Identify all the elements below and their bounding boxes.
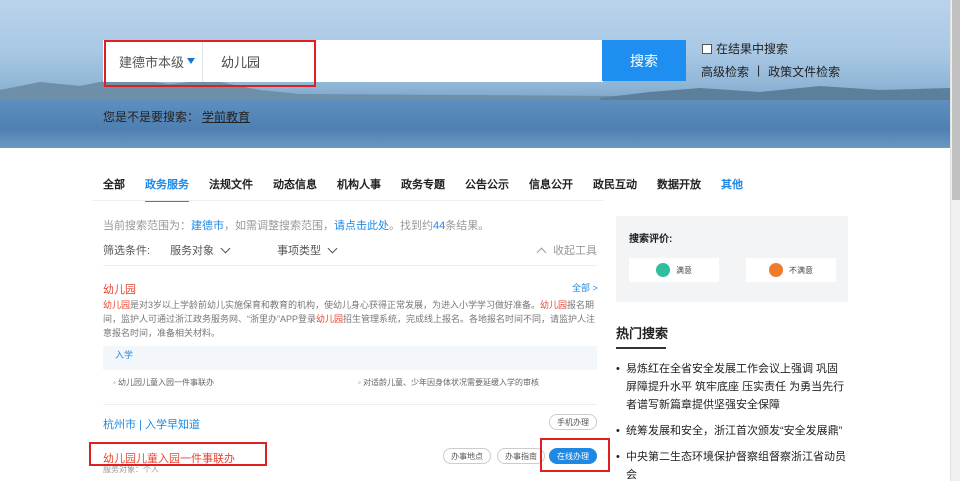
filter-item-type-label: 事项类型 bbox=[277, 245, 322, 257]
tab-open-data[interactable]: 数据开放 bbox=[657, 176, 701, 202]
result-count: 44 bbox=[433, 220, 446, 232]
scope-middle: ，如需调整搜索范围， bbox=[224, 220, 334, 232]
tab-news[interactable]: 动态信息 bbox=[273, 176, 317, 202]
hot-search-list: 易炼红在全省安全发展工作会议上强调 巩固屏障提升水平 筑牢底座 压实责任 为勇当… bbox=[616, 360, 848, 492]
search-scope: 当前搜索范围为：建德市，如需调整搜索范围，请点击此处。找到约44条结果。 bbox=[103, 217, 489, 233]
guide-button[interactable]: 办事指南 bbox=[497, 448, 545, 464]
hot-search-item[interactable]: 易炼红在全省安全发展工作会议上强调 巩固屏障提升水平 筑牢底座 压实责任 为勇当… bbox=[616, 360, 848, 414]
desc-highlight: 幼儿园 bbox=[103, 300, 131, 310]
satisfied-label: 满意 bbox=[676, 265, 692, 275]
scope-region: 建德市 bbox=[191, 220, 224, 232]
unsatisfied-label: 不满意 bbox=[789, 265, 813, 275]
scope-prefix: 当前搜索范围为： bbox=[103, 220, 191, 232]
result2-title[interactable]: 杭州市 | 入学早知道 bbox=[103, 416, 200, 432]
service-item-link[interactable]: ◦ 对适龄儿童、少年因身体状况需要延缓入学的审核 bbox=[358, 377, 539, 388]
unsatisfied-button[interactable]: 不满意 bbox=[746, 258, 836, 282]
filter-label: 筛选条件: bbox=[103, 245, 151, 257]
link-separator: | bbox=[757, 63, 761, 77]
tab-regulations[interactable]: 法规文件 bbox=[209, 176, 253, 202]
in-results-checkbox[interactable] bbox=[702, 43, 712, 54]
annotation-box-search bbox=[104, 40, 316, 87]
result-title[interactable]: 幼儿园 bbox=[103, 281, 136, 297]
filter-item-type[interactable]: 事项类型 bbox=[277, 242, 338, 258]
hot-title-underline bbox=[616, 347, 666, 349]
annotation-box-online bbox=[540, 438, 610, 472]
desc-highlight: 幼儿园 bbox=[540, 300, 568, 310]
result-all-link[interactable]: 全部 > bbox=[572, 281, 598, 294]
filter-service-object-label: 服务对象 bbox=[170, 245, 215, 257]
tab-interaction[interactable]: 政民互动 bbox=[593, 176, 637, 202]
tab-gov-service[interactable]: 政务服务 bbox=[145, 176, 189, 202]
search-in-results[interactable]: 在结果中搜索 bbox=[702, 40, 788, 57]
rating-panel: 搜索评价: 满意 不满意 bbox=[616, 216, 848, 302]
collapse-tools-button[interactable]: 收起工具 bbox=[536, 242, 597, 258]
hot-search-title: 热门搜索 bbox=[616, 326, 669, 341]
advanced-links: 高级检索 | 政策文件检索 bbox=[701, 63, 840, 80]
divider bbox=[103, 265, 597, 266]
scope-unit: 条结果。 bbox=[445, 220, 490, 232]
smile-icon bbox=[656, 263, 670, 277]
filter-bar: 筛选条件: 服务对象 事项类型 收起工具 bbox=[103, 242, 597, 258]
service-item-link[interactable]: ◦ 幼儿园儿童入园一件事联办 bbox=[113, 377, 214, 388]
mobile-handle-button[interactable]: 手机办理 bbox=[549, 414, 597, 430]
tab-topics[interactable]: 政务专题 bbox=[401, 176, 445, 202]
hot-search-item[interactable]: 中央第二生态环境保护督察组督察浙江省动员会 bbox=[616, 448, 848, 484]
result-description: 幼儿园是对3岁以上学龄前幼儿实施保育和教育的机构，使幼儿身心获得正常发展，为进入… bbox=[103, 298, 597, 340]
scope-suffix: 。找到约 bbox=[389, 220, 433, 232]
in-results-label: 在结果中搜索 bbox=[716, 42, 789, 56]
filter-service-object[interactable]: 服务对象 bbox=[170, 242, 231, 258]
suggest-keyword-link[interactable]: 学前教育 bbox=[202, 110, 250, 124]
tab-notices[interactable]: 公告公示 bbox=[465, 176, 509, 202]
tabs-divider bbox=[93, 200, 603, 201]
divider bbox=[103, 404, 597, 405]
frown-icon bbox=[769, 263, 783, 277]
collapse-tools-label: 收起工具 bbox=[553, 245, 597, 257]
chevron-down-icon bbox=[327, 243, 338, 253]
scope-change-link[interactable]: 请点击此处 bbox=[334, 220, 389, 232]
category-tabs: 全部 政务服务 法规文件 动态信息 机构人事 政务专题 公告公示 信息公开 政民… bbox=[103, 176, 763, 202]
chevron-down-icon bbox=[220, 243, 231, 253]
desc-highlight: 幼儿园 bbox=[316, 314, 344, 324]
rating-title: 搜索评价: bbox=[629, 234, 673, 245]
tab-all[interactable]: 全部 bbox=[103, 176, 125, 202]
search-button[interactable]: 搜索 bbox=[602, 40, 686, 81]
page-scrollbar[interactable] bbox=[950, 0, 960, 481]
scrollbar-thumb[interactable] bbox=[952, 0, 960, 200]
tab-other[interactable]: 其他 bbox=[721, 176, 743, 202]
policy-search-link[interactable]: 政策文件检索 bbox=[768, 63, 840, 80]
location-button[interactable]: 办事地点 bbox=[443, 448, 491, 464]
search-suggestion: 您是不是要搜索： 学前教育 bbox=[103, 108, 250, 125]
hot-search-item[interactable]: 统筹发展和安全，浙江首次颁发“安全发展鼎” bbox=[616, 422, 848, 440]
annotation-box-item bbox=[89, 442, 267, 466]
tab-disclosure[interactable]: 信息公开 bbox=[529, 176, 573, 202]
satisfied-button[interactable]: 满意 bbox=[629, 258, 719, 282]
desc-text: 是对3岁以上学龄前幼儿实施保育和教育的机构，使幼儿身心获得正常发展，为进入小学学… bbox=[130, 300, 541, 310]
suggest-prefix: 您是不是要搜索： bbox=[103, 110, 200, 124]
chevron-up-icon bbox=[536, 247, 547, 257]
tab-personnel[interactable]: 机构人事 bbox=[337, 176, 381, 202]
advanced-search-link[interactable]: 高级检索 bbox=[701, 63, 749, 80]
category-subbar[interactable]: 入学 bbox=[103, 346, 597, 370]
